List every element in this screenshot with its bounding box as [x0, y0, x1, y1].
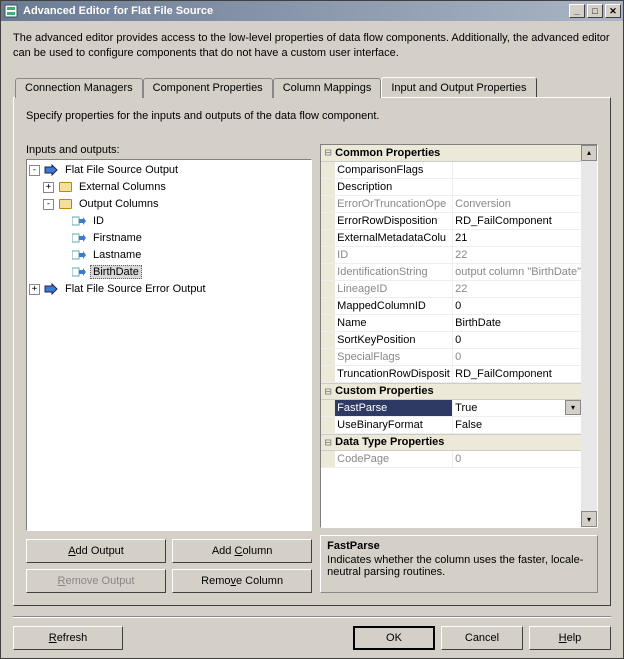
- tab-input-output-properties[interactable]: Input and Output Properties: [381, 77, 536, 97]
- dialog-body: The advanced editor provides access to t…: [1, 21, 623, 658]
- prop-row[interactable]: ComparisonFlags: [321, 162, 581, 179]
- prop-row: CodePage0: [321, 451, 581, 468]
- tree-buttons: Add Output Add Column Remove Output Remo…: [26, 539, 312, 593]
- cancel-button[interactable]: Cancel: [441, 626, 523, 650]
- titlebar: Advanced Editor for Flat File Source _ □…: [1, 1, 623, 21]
- window-controls: _ □ ✕: [569, 4, 621, 18]
- output-icon: [43, 282, 59, 296]
- window-title: Advanced Editor for Flat File Source: [23, 5, 569, 17]
- help-button[interactable]: Help: [529, 626, 611, 650]
- tab-column-mappings[interactable]: Column Mappings: [273, 78, 382, 98]
- category-data-type: ⊟ Data Type Properties: [321, 434, 581, 451]
- expander-icon[interactable]: +: [29, 284, 40, 295]
- tree-node[interactable]: External Columns: [76, 180, 169, 194]
- expander-icon[interactable]: -: [43, 199, 54, 210]
- tab-strip: Connection Managers Component Properties…: [15, 77, 611, 97]
- left-column: Inputs and outputs: - Flat File Source O…: [26, 144, 312, 593]
- folder-icon: [57, 180, 73, 194]
- tree-node[interactable]: Flat File Source Output: [62, 163, 181, 177]
- prop-row[interactable]: Description: [321, 179, 581, 196]
- prop-row: ID22: [321, 247, 581, 264]
- tab-connection-managers[interactable]: Connection Managers: [15, 78, 143, 98]
- split-pane: Inputs and outputs: - Flat File Source O…: [26, 144, 598, 593]
- ok-button[interactable]: OK: [353, 626, 435, 650]
- tree-node-selected[interactable]: BirthDate: [90, 265, 142, 279]
- tree-node[interactable]: Flat File Source Error Output: [62, 282, 209, 296]
- prop-row[interactable]: UseBinaryFormatFalse: [321, 417, 581, 434]
- property-help: FastParse Indicates whether the column u…: [320, 535, 598, 593]
- tree-label: Inputs and outputs:: [26, 144, 312, 156]
- add-column-button[interactable]: Add Column: [172, 539, 312, 563]
- expander-icon[interactable]: -: [29, 165, 40, 176]
- tab-subtitle: Specify properties for the inputs and ou…: [26, 110, 598, 122]
- column-icon: [71, 231, 87, 245]
- tree-node[interactable]: Firstname: [90, 231, 145, 245]
- prop-row: LineageID22: [321, 281, 581, 298]
- category-common: ⊟ Common Properties: [321, 145, 581, 162]
- prop-row[interactable]: TruncationRowDispositRD_FailComponent: [321, 366, 581, 383]
- divider: [13, 616, 611, 618]
- prop-row[interactable]: SortKeyPosition0: [321, 332, 581, 349]
- refresh-button[interactable]: Refresh: [13, 626, 123, 650]
- property-grid[interactable]: ⊟ Common Properties ComparisonFlags Desc…: [320, 144, 598, 528]
- category-custom: ⊟ Custom Properties: [321, 383, 581, 400]
- tree-node[interactable]: ID: [90, 214, 107, 228]
- tree-node[interactable]: Lastname: [90, 248, 144, 262]
- right-column: ⊟ Common Properties ComparisonFlags Desc…: [320, 144, 598, 593]
- scroll-up-icon[interactable]: ▴: [581, 145, 597, 161]
- app-icon: [3, 3, 19, 19]
- prop-row[interactable]: ExternalMetadataColu21: [321, 230, 581, 247]
- scroll-down-icon[interactable]: ▾: [581, 511, 597, 527]
- close-button[interactable]: ✕: [605, 4, 621, 18]
- prop-row: ErrorOrTruncationOpeConversion: [321, 196, 581, 213]
- help-title: FastParse: [327, 540, 591, 552]
- footer: Refresh OK Cancel Help: [13, 626, 611, 650]
- prop-row[interactable]: ErrorRowDispositionRD_FailComponent: [321, 213, 581, 230]
- remove-column-button[interactable]: Remove Column: [172, 569, 312, 593]
- output-icon: [43, 163, 59, 177]
- dropdown-icon[interactable]: ▾: [565, 400, 581, 415]
- expander-icon[interactable]: +: [43, 182, 54, 193]
- prop-row[interactable]: MappedColumnID0: [321, 298, 581, 315]
- collapse-icon[interactable]: ⊟: [321, 436, 335, 449]
- add-output-button[interactable]: Add Output: [26, 539, 166, 563]
- tree-node[interactable]: Output Columns: [76, 197, 161, 211]
- prop-row-selected[interactable]: FastParse True▾: [321, 400, 581, 417]
- dialog-description: The advanced editor provides access to t…: [13, 31, 611, 61]
- tree-view[interactable]: - Flat File Source Output +: [26, 159, 312, 531]
- minimize-button[interactable]: _: [569, 4, 585, 18]
- column-icon: [71, 248, 87, 262]
- scrollbar[interactable]: ▴ ▾: [581, 145, 597, 527]
- prop-row: SpecialFlags0: [321, 349, 581, 366]
- tab-component-properties[interactable]: Component Properties: [143, 78, 273, 98]
- tab-panel: Specify properties for the inputs and ou…: [13, 97, 611, 606]
- prop-row[interactable]: NameBirthDate: [321, 315, 581, 332]
- folder-open-icon: [57, 197, 73, 211]
- remove-output-button: Remove Output: [26, 569, 166, 593]
- collapse-icon[interactable]: ⊟: [321, 146, 335, 159]
- collapse-icon[interactable]: ⊟: [321, 385, 335, 398]
- maximize-button[interactable]: □: [587, 4, 603, 18]
- help-text: Indicates whether the column uses the fa…: [327, 554, 591, 578]
- prop-row: IdentificationStringoutput column "Birth…: [321, 264, 581, 281]
- column-icon: [71, 265, 87, 279]
- window: Advanced Editor for Flat File Source _ □…: [0, 0, 624, 659]
- column-icon: [71, 214, 87, 228]
